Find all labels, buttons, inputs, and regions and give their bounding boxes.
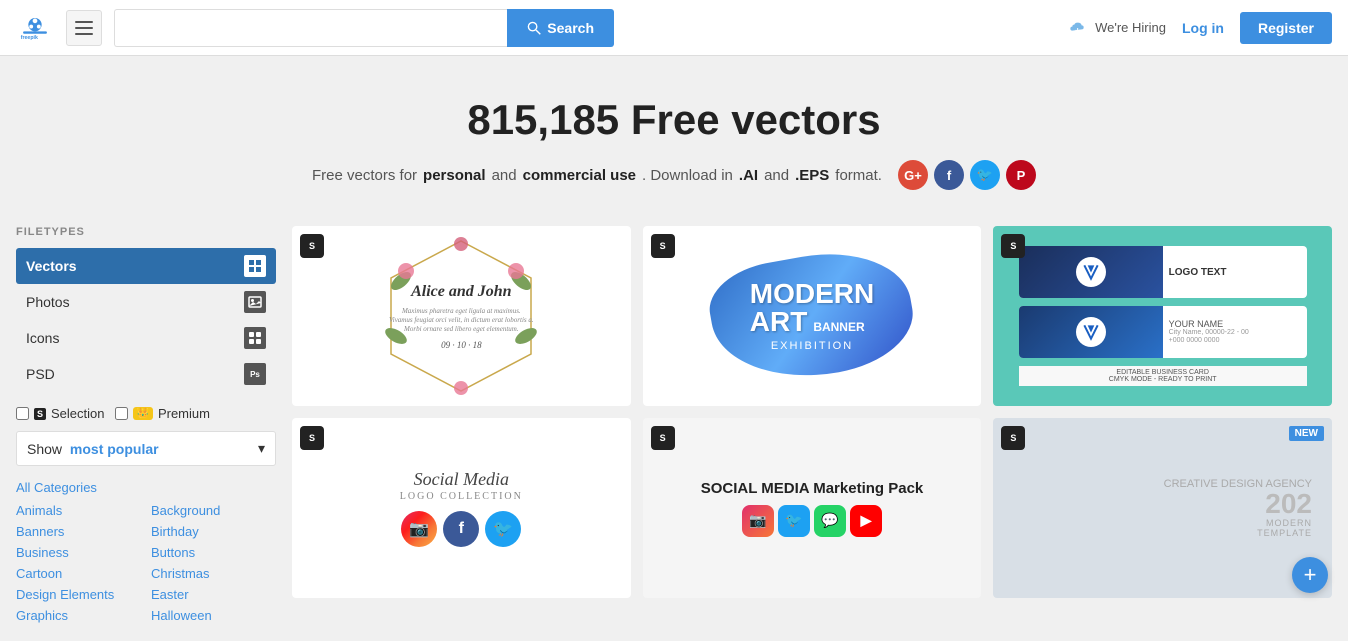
selection-badge-card6: S	[1001, 426, 1025, 450]
content-area: S	[276, 210, 1332, 641]
sidebar-item-psd[interactable]: PSD Ps	[16, 356, 276, 392]
soc2-youtube-icon: ▶	[850, 505, 882, 537]
sidebar-item-icons[interactable]: Icons	[16, 320, 276, 356]
soc2-content: SOCIAL MEDIA Marketing Pack 📷 🐦 💬 ▶	[643, 418, 982, 598]
dropdown-arrow-icon: ▾	[258, 440, 265, 457]
fab-button[interactable]: +	[1292, 557, 1328, 593]
header-right: We're Hiring Log in Register	[1069, 12, 1332, 44]
category-graphics[interactable]: Graphics	[16, 606, 141, 625]
twitter-icon: 🐦	[485, 511, 521, 547]
category-halloween[interactable]: Halloween	[151, 606, 276, 625]
search-input[interactable]	[114, 9, 507, 47]
instagram-icon: 📷	[401, 511, 437, 547]
editable-text: EDITABLE BUSINESS CARDCMYK MODE - READY …	[1019, 366, 1307, 386]
biz-card-bottom: YOUR NAME City Name, 00000-22 - 00+000 0…	[1019, 306, 1307, 358]
selection-badge-card1: S	[300, 234, 324, 258]
selection-filter[interactable]: S Selection	[16, 406, 105, 421]
register-button[interactable]: Register	[1240, 12, 1332, 44]
image-grid: S	[292, 226, 1332, 598]
biz-card-left	[1019, 246, 1163, 298]
premium-checkbox[interactable]	[115, 407, 128, 420]
twitter-share-icon[interactable]: 🐦	[970, 160, 1000, 190]
selection-badge-card2: S	[651, 234, 675, 258]
hiring-link[interactable]: We're Hiring	[1069, 20, 1166, 36]
selection-checkbox[interactable]	[16, 407, 29, 420]
sidebar: FILETYPES Vectors Photos Icons PSD Ps	[16, 210, 276, 641]
logo[interactable]: freepik	[16, 9, 54, 47]
login-button[interactable]: Log in	[1182, 20, 1224, 36]
new-badge: NEW	[1289, 426, 1324, 441]
category-easter[interactable]: Easter	[151, 585, 276, 604]
soc2-insta-icon: 📷	[742, 505, 774, 537]
icons-icon	[244, 327, 266, 349]
category-christmas[interactable]: Christmas	[151, 564, 276, 583]
svg-text:freepik: freepik	[21, 34, 38, 40]
logo-v-icon-2	[1081, 322, 1101, 342]
card-social-logos[interactable]: S Social Media LOGO COLLECTION 📷 f 🐦	[292, 418, 631, 598]
card-business-cards[interactable]: S LOGO TEXT	[993, 226, 1332, 406]
category-cartoon[interactable]: Cartoon	[16, 564, 141, 583]
category-buttons[interactable]: Buttons	[151, 543, 276, 562]
hamburger-button[interactable]	[66, 10, 102, 46]
biz-cards-wrapper: LOGO TEXT	[1019, 246, 1307, 386]
card-modern-art[interactable]: S MODERN ART BANNER EXHIBITION	[643, 226, 982, 406]
art-content: MODERN ART BANNER EXHIBITION	[643, 226, 982, 406]
facebook-icon: f	[443, 511, 479, 547]
category-background[interactable]: Background	[151, 501, 276, 520]
show-popular-dropdown[interactable]: Show most popular ▾	[16, 431, 276, 466]
selection-badge-card3: S	[1001, 234, 1025, 258]
social-title: Social Media LOGO COLLECTION	[400, 469, 523, 503]
filter-row: S Selection 👑 Premium	[16, 406, 276, 421]
category-birthday[interactable]: Birthday	[151, 522, 276, 541]
sidebar-item-vectors[interactable]: Vectors	[16, 248, 276, 284]
art-text: MODERN ART BANNER EXHIBITION	[750, 280, 874, 352]
selection-badge-card4: S	[300, 426, 324, 450]
categories-grid: Animals Background Banners Birthday Busi…	[16, 501, 276, 625]
biz-card-top: LOGO TEXT	[1019, 246, 1307, 298]
biz-card-bottom-right: YOUR NAME City Name, 00000-22 - 00+000 0…	[1163, 306, 1307, 358]
card-design-agency[interactable]: S NEW CREATIVE DESIGN AGENCY 202 MODERNT…	[993, 418, 1332, 598]
social-content: Social Media LOGO COLLECTION 📷 f 🐦	[292, 418, 631, 598]
category-business[interactable]: Business	[16, 543, 141, 562]
all-categories-link[interactable]: All Categories	[16, 480, 276, 495]
pinterest-share-icon[interactable]: P	[1006, 160, 1036, 190]
selection-badge-card5: S	[651, 426, 675, 450]
google-share-icon[interactable]: G+	[898, 160, 928, 190]
logo-v-icon	[1081, 262, 1101, 282]
sidebar-item-photos[interactable]: Photos	[16, 284, 276, 320]
facebook-share-icon[interactable]: f	[934, 160, 964, 190]
biz-logo	[1076, 257, 1106, 287]
card-floral-wedding[interactable]: S	[292, 226, 631, 406]
header: freepik Search We're Hiring Log in Regis…	[0, 0, 1348, 56]
biz-logo-bottom	[1076, 317, 1106, 347]
soc2-icons-row: 📷 🐦 💬 ▶	[742, 505, 882, 537]
social-icons-row: 📷 f 🐦	[401, 511, 521, 547]
social-share-icons: G+ f 🐦 P	[898, 160, 1036, 190]
cloud-icon	[1069, 20, 1089, 36]
search-icon	[527, 21, 541, 35]
design-content: CREATIVE DESIGN AGENCY 202 MODERNTEMPLAT…	[993, 418, 1332, 598]
vectors-icon	[244, 255, 266, 277]
category-design-elements[interactable]: Design Elements	[16, 585, 141, 604]
main-layout: FILETYPES Vectors Photos Icons PSD Ps	[0, 210, 1348, 641]
hero-subtitle: Free vectors for personal and commercial…	[20, 160, 1328, 190]
hero-section: 815,185 Free vectors Free vectors for pe…	[0, 56, 1348, 210]
category-banners[interactable]: Banners	[16, 522, 141, 541]
search-button[interactable]: Search	[507, 9, 614, 47]
floral-content: Alice and John Maximus pharetra eget lig…	[292, 226, 631, 406]
photos-icon	[244, 291, 266, 313]
psd-icon: Ps	[244, 363, 266, 385]
soc2-twitter-icon: 🐦	[778, 505, 810, 537]
filetypes-label: FILETYPES	[16, 226, 276, 238]
search-area: Search	[114, 9, 614, 47]
floral-text: Alice and John Maximus pharetra eget lig…	[389, 281, 534, 351]
premium-filter[interactable]: 👑 Premium	[115, 406, 210, 421]
biz-card-bottom-left	[1019, 306, 1163, 358]
biz-card-right: LOGO TEXT	[1163, 246, 1307, 298]
card-social-marketing[interactable]: S SOCIAL MEDIA Marketing Pack 📷 🐦 💬 ▶	[643, 418, 982, 598]
category-animals[interactable]: Animals	[16, 501, 141, 520]
hero-title: 815,185 Free vectors	[20, 96, 1328, 144]
soc2-whatsapp-icon: 💬	[814, 505, 846, 537]
